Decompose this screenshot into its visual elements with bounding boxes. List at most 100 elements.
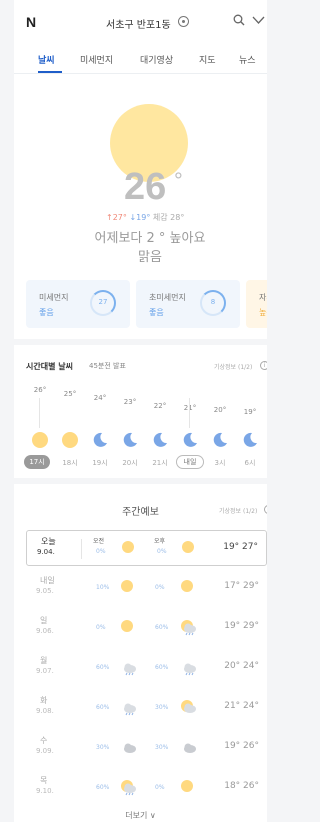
- moon-icon: [213, 432, 227, 447]
- am-weather-icon: [120, 619, 137, 636]
- min-max-temps: 17° 29°: [224, 581, 259, 591]
- sun-cloud-rain-icon: [121, 780, 136, 796]
- naver-logo[interactable]: N: [26, 14, 36, 30]
- moon-icon-wrap: [182, 432, 198, 448]
- air-quality-cards: 미세먼지 좋음 27 초미세먼지 좋음 8 자외선 높음: [26, 280, 267, 330]
- tab-map[interactable]: 지도: [199, 53, 216, 66]
- pm-rain-chance: 0%: [155, 784, 165, 791]
- weekly-date: 9.10.: [36, 787, 54, 795]
- pm-weather-icon: [180, 739, 197, 756]
- gauge-value: 8: [210, 298, 216, 306]
- hourly-time: 6시: [244, 459, 256, 467]
- weekly-source[interactable]: 기상정보 (1/2): [219, 506, 257, 515]
- min-max-temperature: ↑27° ↓19° 체감 28°: [106, 212, 184, 223]
- min-max-temps: 19° 26°: [224, 741, 259, 751]
- uv-card[interactable]: 자외선 높음: [246, 280, 267, 328]
- weekly-row[interactable]: 화 9.08. 60% 30% 21° 24°: [26, 690, 267, 726]
- search-icon[interactable]: [233, 14, 245, 26]
- card-status: 좋음: [39, 308, 54, 317]
- min-temp: ↓19°: [129, 213, 151, 222]
- hourly-subtitle: 45분전 발표: [89, 362, 126, 370]
- weekly-day: 화: [40, 696, 48, 705]
- ultrafine-dust-card[interactable]: 초미세먼지 좋음 8: [136, 280, 240, 328]
- am-rain-chance: 10%: [96, 584, 110, 591]
- hourly-time: 내일: [176, 455, 204, 469]
- hourly-forecast[interactable]: 26° 17시 25° 18시 24° 19시 23° 20시 22° 21시 21° 내일 20° 3시…: [14, 378, 267, 478]
- sun-icon: [182, 541, 194, 553]
- tab-weather[interactable]: 날씨: [38, 53, 55, 66]
- weekly-day: 수: [40, 736, 48, 745]
- pm-rain-chance: 60%: [155, 624, 169, 631]
- sun-icon: [121, 580, 133, 592]
- pm-rain-chance: 60%: [155, 664, 169, 671]
- card-title: 초미세먼지: [149, 293, 186, 302]
- am-weather-icon: [120, 779, 137, 796]
- moon-icon-wrap: [212, 432, 228, 448]
- hourly-title: 시간대별 날씨: [26, 362, 73, 371]
- pm-rain-chance: 30%: [155, 744, 169, 751]
- pm-rain-chance: 0%: [155, 584, 165, 591]
- am-weather-icon: [120, 579, 137, 596]
- hourly-temp: 19°: [243, 408, 257, 416]
- hourly-marker-line: [189, 398, 190, 428]
- hourly-time: 17시: [24, 455, 50, 469]
- chevron-down-icon[interactable]: [252, 15, 265, 25]
- fine-dust-card[interactable]: 미세먼지 좋음 27: [26, 280, 130, 328]
- section-divider: [14, 478, 267, 484]
- min-max-temps: 21° 24°: [224, 701, 259, 711]
- weather-page: N 서초구 반포1동 날씨 미세먼지 대기영상 지도 뉴스 26 ° ↑27° …: [14, 0, 267, 822]
- location-target-icon[interactable]: [178, 16, 189, 27]
- am-weather-icon: [121, 540, 138, 557]
- pm-weather-icon: [180, 619, 197, 636]
- weekly-date: 9.07.: [36, 667, 54, 675]
- tab-bar: 날씨 미세먼지 대기영상 지도 뉴스: [14, 44, 267, 74]
- weekly-date: 9.05.: [36, 587, 54, 595]
- location-label[interactable]: 서초구 반포1동: [106, 16, 171, 31]
- hourly-time: 18시: [62, 459, 78, 467]
- tab-fine-dust[interactable]: 미세먼지: [80, 53, 113, 66]
- hourly-temp: 23°: [123, 398, 137, 406]
- info-icon[interactable]: i: [264, 505, 267, 514]
- row-separator: [81, 539, 82, 559]
- yesterday-compare: 어제보다 2 ° 높아요: [94, 231, 206, 246]
- hourly-time: 20시: [122, 459, 138, 467]
- more-button[interactable]: 더보기 ∨: [14, 810, 267, 821]
- hourly-temp: 20°: [213, 406, 227, 414]
- weekly-row[interactable]: 오늘 9.04. 오전 오후 0% 0% 19° 27°: [26, 530, 267, 566]
- am-weather-icon: [120, 699, 137, 716]
- moon-icon: [153, 432, 167, 447]
- moon-icon-wrap: [242, 432, 258, 448]
- sun-icon: [121, 620, 133, 632]
- sun-icon: [181, 580, 193, 592]
- weekly-row[interactable]: 월 9.07. 60% 60% 20° 24°: [26, 650, 267, 686]
- hourly-temp: 24°: [93, 394, 107, 402]
- tab-news[interactable]: 뉴스: [239, 53, 256, 66]
- weekly-row[interactable]: 수 9.09. 30% 30% 19° 26°: [26, 730, 267, 766]
- max-temp: ↑27°: [106, 213, 127, 222]
- cloud-rain-icon: [124, 703, 136, 716]
- moon-icon: [123, 432, 137, 447]
- weekly-date: 9.09.: [36, 747, 54, 755]
- moon-icon: [93, 432, 107, 447]
- hourly-temp: 21°: [175, 404, 205, 412]
- moon-icon-wrap: [92, 432, 108, 448]
- hourly-time: 9시: [265, 458, 267, 468]
- hourly-source[interactable]: 기상정보 (1/2): [214, 362, 252, 371]
- top-header: N 서초구 반포1동: [14, 0, 267, 44]
- sun-icon: [122, 541, 134, 553]
- hourly-time: 21시: [152, 459, 168, 467]
- weekly-row[interactable]: 내일 9.05. 10% 0% 17° 29°: [26, 570, 267, 606]
- min-max-temps: 20° 24°: [224, 661, 259, 671]
- weekly-date: 9.06.: [36, 627, 54, 635]
- pm-weather-icon: [180, 699, 197, 716]
- weekly-row[interactable]: 목 9.10. 60% 0% 18° 26°: [26, 770, 267, 806]
- info-icon[interactable]: i: [260, 361, 267, 370]
- tab-air-video[interactable]: 대기영상: [140, 53, 173, 66]
- pm-weather-icon: [180, 779, 197, 796]
- hourly-time: 3시: [214, 459, 226, 467]
- weekly-day: 월: [40, 656, 48, 665]
- weekly-row[interactable]: 일 9.06. 0% 60% 19° 29°: [26, 610, 267, 646]
- sun-cloud-rain-icon: [181, 620, 196, 636]
- moon-icon-wrap: [122, 432, 138, 448]
- weekly-date: 9.08.: [36, 707, 54, 715]
